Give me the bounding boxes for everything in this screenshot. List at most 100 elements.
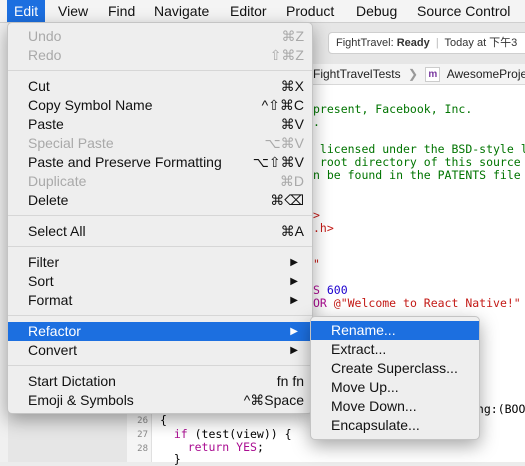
- submenu-arrow-icon: ▶: [290, 326, 298, 337]
- menu-separator: [8, 70, 312, 71]
- menu-item-rename[interactable]: Rename...: [311, 321, 479, 340]
- menu-item-label: Extract...: [331, 341, 387, 357]
- shortcut: ⌥⌘V: [264, 135, 304, 151]
- status-time: Today at 下午3: [444, 37, 518, 49]
- menu-item-emoji-symbols[interactable]: Emoji & Symbols ^⌘Space: [8, 391, 312, 410]
- menu-item-label: Start Dictation: [28, 373, 116, 389]
- activity-status: FightTravel: Ready | Today at 下午3: [328, 32, 525, 54]
- menu-item-label: Move Up...: [331, 379, 399, 395]
- menu-item-special-paste[interactable]: Special Paste ⌥⌘V: [8, 134, 312, 153]
- shortcut: ^⇧⌘C: [261, 97, 304, 113]
- menu-separator: [8, 365, 312, 366]
- menu-item-label: Select All: [28, 223, 86, 239]
- code-token: (test(view)) {: [194, 427, 292, 441]
- status-text: Ready: [396, 37, 430, 49]
- menu-source-control[interactable]: Source Control: [410, 0, 517, 22]
- menu-item-label: Special Paste: [28, 135, 114, 151]
- code-token: OR: [313, 296, 334, 310]
- menu-item-label: Duplicate: [28, 173, 87, 189]
- menu-item-paste[interactable]: Paste ⌘V: [8, 115, 312, 134]
- menu-item-label: Copy Symbol Name: [28, 97, 153, 113]
- menu-item-filter[interactable]: Filter ▶: [8, 253, 312, 272]
- menu-bar: Edit View Find Navigate Editor Product D…: [0, 0, 525, 23]
- shortcut: ⌘D: [279, 173, 304, 189]
- submenu-arrow-icon: ▶: [290, 276, 298, 287]
- menu-item-convert[interactable]: Convert ▶: [8, 341, 312, 360]
- shortcut: ⌥⇧⌘V: [252, 154, 304, 170]
- code-line: .h>: [313, 221, 334, 235]
- menu-view[interactable]: View: [51, 0, 95, 22]
- code-line: {: [160, 413, 167, 427]
- menu-item-label: Delete: [28, 192, 69, 208]
- menu-item-cut[interactable]: Cut ⌘X: [8, 77, 312, 96]
- menu-item-label: Convert: [28, 342, 78, 358]
- menu-item-label: Filter: [28, 254, 60, 270]
- shortcut: ⌘V: [280, 116, 304, 132]
- code-token: 600: [326, 283, 348, 297]
- jumpbar-file[interactable]: AwesomeProjectT: [444, 67, 525, 81]
- menu-item-duplicate[interactable]: Duplicate ⌘D: [8, 172, 312, 191]
- menu-find[interactable]: Find: [101, 0, 142, 22]
- menu-item-select-all[interactable]: Select All ⌘A: [8, 222, 312, 241]
- menu-item-move-down[interactable]: Move Down...: [311, 397, 479, 416]
- menu-product[interactable]: Product: [279, 0, 341, 22]
- menu-separator: [8, 315, 312, 316]
- menu-navigate[interactable]: Navigate: [147, 0, 216, 22]
- submenu-arrow-icon: ▶: [290, 295, 298, 306]
- chevron-right-icon: ❯: [407, 67, 418, 81]
- menu-item-start-dictation[interactable]: Start Dictation fn fn: [8, 372, 312, 391]
- menu-item-create-superclass[interactable]: Create Superclass...: [311, 359, 479, 378]
- shortcut: fn fn: [276, 373, 304, 389]
- menu-item-label: Undo: [28, 28, 62, 44]
- code-token: S: [313, 283, 327, 297]
- menu-item-sort[interactable]: Sort ▶: [8, 272, 312, 291]
- menu-item-move-up[interactable]: Move Up...: [311, 378, 479, 397]
- menu-item-paste-preserve-formatting[interactable]: Paste and Preserve Formatting ⌥⇧⌘V: [8, 153, 312, 172]
- menu-item-label: Paste: [28, 116, 64, 132]
- code-line: .: [313, 115, 320, 129]
- menu-item-extract[interactable]: Extract...: [311, 340, 479, 359]
- menu-item-label: Cut: [28, 78, 50, 94]
- shortcut: ⇧⌘Z: [269, 47, 304, 63]
- line-number: 27: [137, 430, 148, 440]
- menu-item-label: Paste and Preserve Formatting: [28, 154, 222, 170]
- edit-menu: Undo ⌘Z Redo ⇧⌘Z Cut ⌘X Copy Symbol Name…: [7, 22, 313, 414]
- code-line: present, Facebook, Inc.: [313, 102, 473, 116]
- menu-item-refactor[interactable]: Refactor ▶: [8, 322, 312, 341]
- status-separator: |: [435, 37, 439, 49]
- line-number: 28: [137, 444, 148, 454]
- menu-separator: [8, 215, 312, 216]
- shortcut: ⌘Z: [281, 28, 304, 44]
- menu-item-redo[interactable]: Redo ⇧⌘Z: [8, 46, 312, 65]
- menu-item-delete[interactable]: Delete ⌘⌫: [8, 191, 312, 210]
- code-token: ;: [256, 440, 264, 454]
- menu-editor[interactable]: Editor: [223, 0, 274, 22]
- shortcut: ⌘⌫: [270, 192, 304, 208]
- code-line: OR @"Welcome to React Native!": [313, 297, 521, 310]
- menu-item-label: Create Superclass...: [331, 360, 458, 376]
- status-project: FightTravel:: [336, 37, 394, 49]
- menu-item-label: Emoji & Symbols: [28, 392, 134, 408]
- line-number: 26: [137, 416, 148, 426]
- menu-item-copy-symbol-name[interactable]: Copy Symbol Name ^⇧⌘C: [8, 96, 312, 115]
- refactor-submenu: Rename... Extract... Create Superclass..…: [310, 316, 480, 440]
- menu-item-label: Refactor: [28, 323, 81, 339]
- menu-edit[interactable]: Edit: [7, 0, 46, 22]
- submenu-arrow-icon: ▶: [290, 257, 298, 268]
- menu-item-format[interactable]: Format ▶: [8, 291, 312, 310]
- shortcut: ^⌘Space: [243, 392, 304, 408]
- menu-item-label: Redo: [28, 47, 62, 63]
- menu-item-label: Sort: [28, 273, 54, 289]
- code-token: if: [160, 427, 195, 441]
- menu-item-label: Move Down...: [331, 398, 417, 414]
- menu-item-label: Encapsulate...: [331, 417, 420, 433]
- menu-item-label: Format: [28, 292, 73, 308]
- shortcut: ⌘X: [280, 78, 304, 94]
- line-number-gutter: 26 27 28: [127, 410, 152, 462]
- code-token: @"Welcome to React Native!": [333, 296, 521, 310]
- code-token: YES: [236, 440, 257, 454]
- menu-item-undo[interactable]: Undo ⌘Z: [8, 27, 312, 46]
- menu-item-encapsulate[interactable]: Encapsulate...: [311, 416, 479, 435]
- menu-debug[interactable]: Debug: [349, 0, 404, 22]
- code-line: ": [313, 257, 320, 271]
